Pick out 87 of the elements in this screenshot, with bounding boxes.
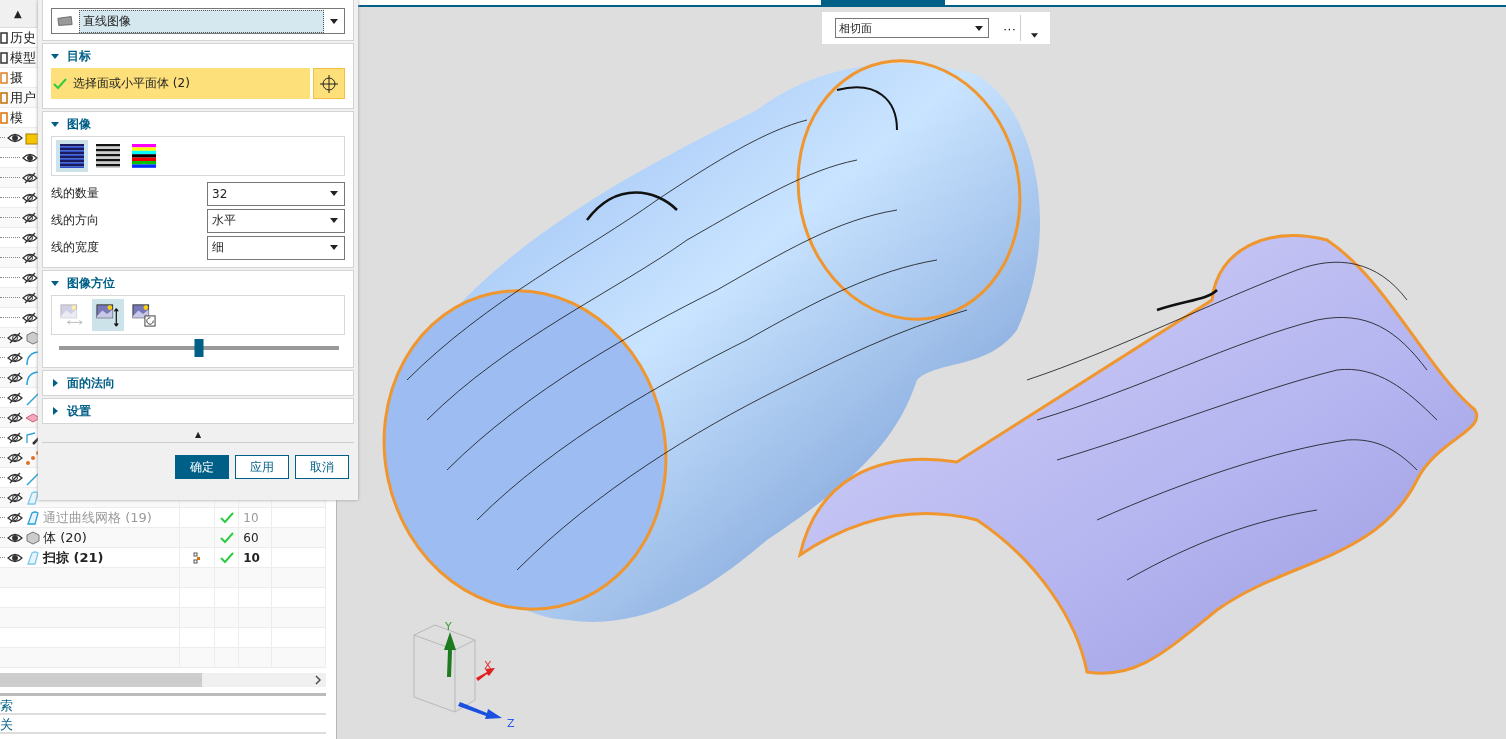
- hidden-eye-icon[interactable]: [22, 251, 38, 264]
- history-feature-icon: [0, 29, 8, 46]
- image-icon: [57, 15, 73, 27]
- tree-item-label[interactable]: 模型: [10, 48, 36, 67]
- dialog-button[interactable]: 取消: [295, 455, 349, 479]
- body-feature-icon: [25, 529, 41, 546]
- y-axis-arrow: [444, 632, 456, 677]
- hidden-eye-icon[interactable]: [7, 391, 23, 404]
- hidden-eye-icon[interactable]: [22, 231, 38, 244]
- field-label: 线的数量: [51, 185, 99, 202]
- x-axis-arrow: [476, 668, 495, 681]
- table-cell: 10: [243, 550, 260, 565]
- scrollbar-thumb[interactable]: [0, 673, 202, 687]
- hidden-eye-icon[interactable]: [7, 471, 23, 484]
- hidden-eye-icon[interactable]: [7, 371, 23, 384]
- sketch-feature-icon: [25, 429, 41, 446]
- hidden-eye-icon[interactable]: [22, 291, 38, 304]
- field-label: 线的方向: [51, 212, 99, 229]
- model-feature-icon: [0, 109, 8, 126]
- crosshair-icon: [319, 73, 339, 94]
- field-label: 线的宽度: [51, 239, 99, 256]
- slider-thumb[interactable]: [194, 339, 204, 357]
- table-cell: 10: [243, 510, 259, 525]
- option-dropdown[interactable]: 细: [207, 235, 345, 260]
- crosshair-button[interactable]: [313, 68, 345, 99]
- hidden-eye-icon[interactable]: [22, 311, 38, 324]
- option-dropdown[interactable]: 水平: [207, 208, 345, 233]
- eye-icon[interactable]: [7, 131, 23, 144]
- caret-icon[interactable]: [975, 25, 983, 31]
- tree-item-label[interactable]: 扫掠 (21): [43, 548, 104, 567]
- hidden-eye-icon[interactable]: [7, 431, 23, 444]
- axis-label: Y: [445, 620, 452, 633]
- expanded-arrow-icon[interactable]: [51, 279, 59, 287]
- more-button[interactable]: ···: [999, 15, 1021, 41]
- collapsed-arrow-icon[interactable]: [51, 407, 59, 415]
- views-feature-icon: [0, 49, 8, 66]
- tree-item-label[interactable]: 用户: [10, 88, 36, 107]
- z-axis-arrow: [458, 702, 502, 719]
- hidden-eye-icon[interactable]: [7, 491, 23, 504]
- points-feature-icon: [25, 449, 41, 466]
- hidden-eye-icon[interactable]: [22, 171, 38, 184]
- sweep-feature-icon: [25, 549, 41, 566]
- hidden-eye-icon[interactable]: [7, 351, 23, 364]
- horizontal-scrollbar[interactable]: [0, 673, 326, 687]
- hidden-eye-icon[interactable]: [7, 331, 23, 344]
- dialog-button[interactable]: 应用: [235, 455, 289, 479]
- table-cell: 60: [243, 530, 259, 545]
- hidden-eye-icon[interactable]: [22, 211, 38, 224]
- hidden-eye-icon[interactable]: [22, 271, 38, 284]
- ok-button[interactable]: 确定: [175, 455, 229, 479]
- expanded-arrow-icon[interactable]: [51, 52, 59, 60]
- eye-icon[interactable]: [7, 551, 23, 564]
- vertical-image-button[interactable]: [92, 299, 124, 331]
- mesh-feature-icon: [25, 509, 41, 526]
- check-icon: [53, 77, 67, 90]
- caret-icon[interactable]: [330, 18, 338, 24]
- eye-icon[interactable]: [22, 151, 38, 164]
- face-filter-dropdown[interactable]: 相切面: [835, 18, 989, 38]
- camera-feature-icon: [0, 69, 8, 86]
- chevron-right-icon[interactable]: [314, 675, 322, 685]
- caret-icon[interactable]: [330, 245, 338, 250]
- hidden-eye-icon[interactable]: [7, 451, 23, 464]
- expr-feature-icon: [0, 89, 8, 106]
- tree-item-label[interactable]: 摄: [10, 68, 23, 87]
- sort-arrow[interactable]: ▲: [14, 8, 22, 19]
- panel-header[interactable]: 关: [0, 715, 326, 734]
- panel-header[interactable]: 索: [0, 696, 326, 715]
- type-dropdown[interactable]: 直线图像: [51, 8, 345, 34]
- collapse-arrow[interactable]: ▲: [194, 429, 202, 439]
- line-pattern-button[interactable]: [56, 140, 88, 172]
- collapsed-arrow-icon[interactable]: [51, 379, 59, 387]
- option-dropdown[interactable]: 32: [207, 181, 345, 206]
- caret-icon[interactable]: [1031, 32, 1038, 38]
- expanded-arrow-icon[interactable]: [51, 120, 59, 128]
- view-cube-icon: [413, 624, 476, 713]
- axis-label: X: [484, 659, 492, 672]
- dependency-icon: [193, 551, 202, 564]
- hidden-eye-icon[interactable]: [22, 191, 38, 204]
- eye-icon[interactable]: [7, 531, 23, 544]
- caret-icon[interactable]: [330, 191, 338, 196]
- caret-icon[interactable]: [330, 218, 338, 223]
- selection-step[interactable]: 选择面或小平面体 (2): [51, 68, 310, 99]
- tree-item-label[interactable]: 历史: [10, 28, 36, 47]
- tree-item-label[interactable]: 模: [10, 108, 23, 127]
- axis-label: Z: [507, 717, 515, 730]
- tree-item-label[interactable]: 体 (20): [43, 528, 87, 547]
- hidden-eye-icon[interactable]: [7, 411, 23, 424]
